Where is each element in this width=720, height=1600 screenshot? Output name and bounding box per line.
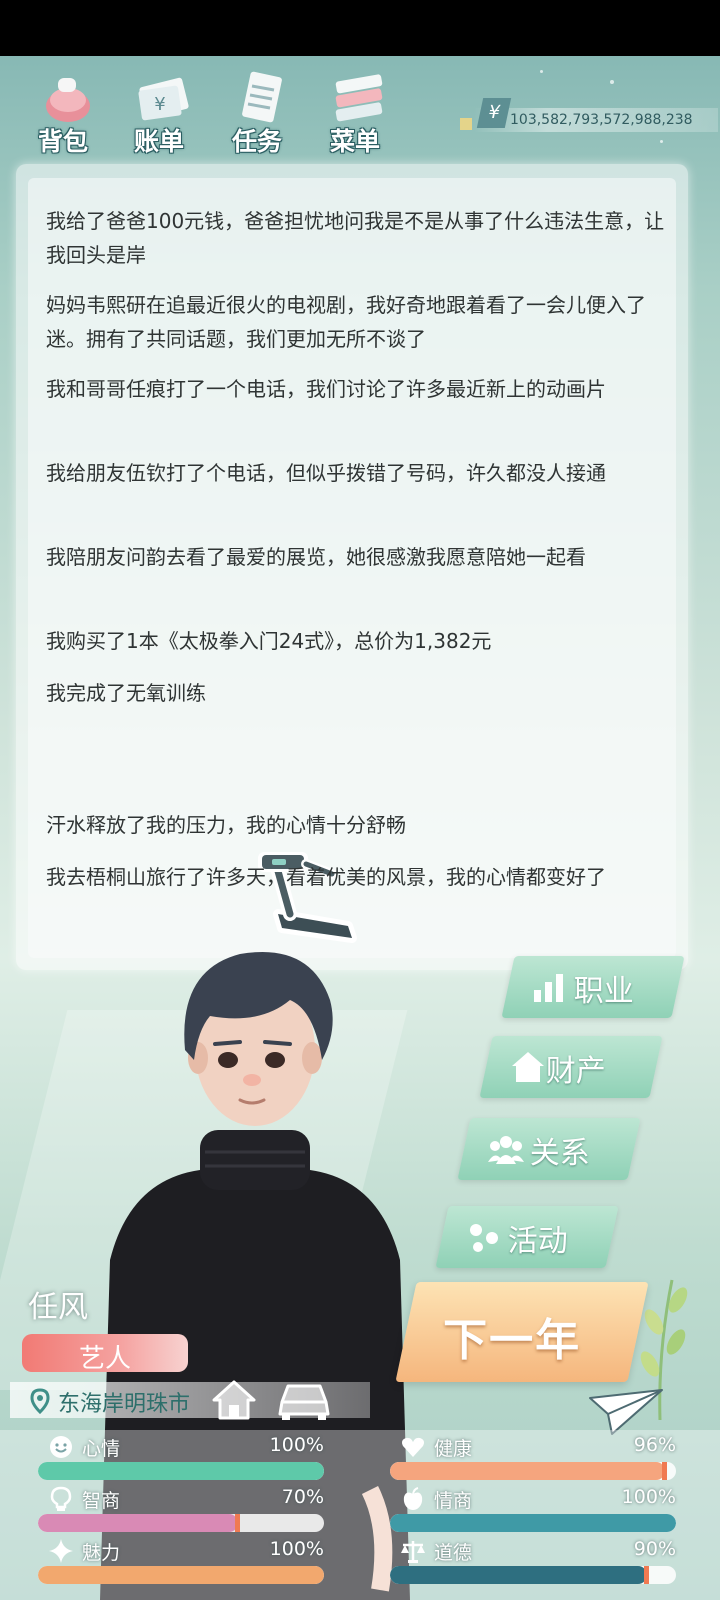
- stat-bar: [390, 1514, 676, 1532]
- bulb-icon: [50, 1486, 72, 1511]
- career-chart-icon: [534, 974, 563, 1002]
- stat-name: 健康: [434, 1438, 473, 1460]
- paper-plane-icon: [589, 1389, 663, 1435]
- stat-bar-marker: [661, 1462, 667, 1480]
- stat-value: 70%: [281, 1486, 324, 1508]
- stat-bar-fill: [390, 1514, 676, 1532]
- people-icon: [488, 1136, 524, 1164]
- nav-label: 任务: [231, 127, 282, 156]
- stat-name: 道德: [434, 1542, 473, 1564]
- stat-name: 心情: [82, 1438, 121, 1460]
- nav-label: 账单: [133, 127, 184, 156]
- stats-panel: 心情 100% 健康 96% 智商 70% 情商 100% 魅力 100% 道德…: [0, 1430, 720, 1600]
- backpack-button[interactable]: 背包: [18, 64, 108, 160]
- house-property-icon: [512, 1052, 544, 1082]
- stat-name: 魅力: [82, 1542, 121, 1564]
- stat-bar-fill: [38, 1514, 239, 1532]
- stat-value: 100%: [269, 1434, 324, 1456]
- scale-icon: [401, 1541, 425, 1563]
- stat-bar-fill: [38, 1462, 324, 1480]
- log-entry: 我给朋友伍钦打了个电话，但似乎拨错了号码，许久都没人接通: [46, 461, 606, 485]
- job-badge: 艺人: [22, 1334, 188, 1374]
- task-icon: [242, 71, 282, 123]
- stat-bar-marker: [644, 1566, 650, 1584]
- home-icon[interactable]: [212, 1378, 256, 1422]
- stat-mood: 心情 100%: [38, 1434, 328, 1484]
- sparkle-decoration: [610, 80, 614, 84]
- next-year-label: 下一年: [443, 1315, 582, 1366]
- job-label: 艺人: [78, 1344, 131, 1374]
- status-bar: [0, 0, 720, 56]
- money-value: 103,582,793,572,988,238: [510, 112, 693, 128]
- activity-icon: [470, 1224, 498, 1252]
- stat-name: 情商: [434, 1490, 473, 1512]
- svg-text:¥: ¥: [154, 94, 165, 115]
- backpack-icon: [46, 78, 90, 122]
- heart-icon: [402, 1437, 424, 1457]
- stat-value: 90%: [633, 1538, 676, 1560]
- top-nav: 背包 ¥ 账单 任务 菜单: [18, 64, 408, 160]
- log-entry: 妈妈韦熙研在追最近很火的电视剧，我好奇地跟着看了一会儿便入了迷。拥有了共同话题，…: [46, 293, 646, 351]
- stat-bar-fill: [38, 1566, 324, 1584]
- relationship-button[interactable]: 关系: [457, 1118, 641, 1180]
- relationship-label: 关系: [529, 1136, 590, 1171]
- sparkle-icon: [49, 1539, 73, 1563]
- log-entry: 我购买了1本《太极拳入门24式》，总价为1,382元: [46, 629, 492, 653]
- stat-bar: [38, 1462, 324, 1480]
- bill-icon: ¥: [138, 77, 189, 121]
- menu-icon: [335, 74, 383, 122]
- log-entry: 我给了爸爸100元钱，爸爸担忧地问我是不是从事了什么违法生意，让我回头是岸: [46, 209, 665, 267]
- stat-value: 96%: [633, 1434, 676, 1456]
- activity-button[interactable]: 活动: [435, 1206, 619, 1268]
- stat-health: 健康 96%: [390, 1434, 680, 1484]
- stat-name: 智商: [82, 1490, 121, 1512]
- property-button[interactable]: 财产: [479, 1036, 663, 1098]
- log-entry: 汗水释放了我的压力，我的心情十分舒畅: [46, 813, 406, 837]
- career-button[interactable]: 职业: [501, 956, 685, 1018]
- coin-icon: [460, 118, 472, 130]
- property-label: 财产: [545, 1054, 606, 1089]
- apple-icon: [403, 1487, 423, 1510]
- bill-button[interactable]: ¥ 账单: [114, 64, 204, 160]
- stat-charm: 魅力 100%: [38, 1538, 328, 1588]
- stat-bar: [38, 1514, 324, 1532]
- next-year-button[interactable]: 下一年: [395, 1282, 649, 1382]
- stat-eq: 情商 100%: [390, 1486, 680, 1536]
- stat-bar: [390, 1566, 676, 1584]
- log-entry: 我陪朋友问韵去看了最爱的展览，她很感激我愿意陪她一起看: [46, 545, 586, 569]
- log-entry: 我和哥哥任痕打了一个电话，我们讨论了许多最近新上的动画片: [46, 377, 606, 401]
- nav-label: 背包: [37, 127, 88, 156]
- stat-bar-fill: [390, 1566, 648, 1584]
- location-label: 东海岸明珠市: [58, 1392, 191, 1417]
- car-icon[interactable]: [276, 1380, 332, 1422]
- task-button[interactable]: 任务: [212, 64, 302, 160]
- stat-bar: [38, 1566, 324, 1584]
- menu-button[interactable]: 菜单: [310, 64, 400, 160]
- log-entry: 我去梧桐山旅行了许多天，看着优美的风景，我的心情都变好了: [46, 865, 606, 889]
- stat-morality: 道德 90%: [390, 1538, 680, 1588]
- event-log-panel[interactable]: 我给了爸爸100元钱，爸爸担忧地问我是不是从事了什么违法生意，让我回头是岸 妈妈…: [16, 164, 688, 970]
- sparkle-decoration: [660, 140, 663, 143]
- stat-bar: [390, 1462, 676, 1480]
- log-entry: 我完成了无氧训练: [46, 681, 206, 705]
- activity-label: 活动: [507, 1224, 568, 1259]
- sparkle-decoration: [540, 70, 543, 73]
- stat-value: 100%: [269, 1538, 324, 1560]
- location-pin-icon: [30, 1388, 50, 1414]
- stat-bar-fill: [390, 1462, 665, 1480]
- career-label: 职业: [573, 974, 634, 1009]
- stat-bar-marker: [235, 1514, 241, 1532]
- stat-iq: 智商 70%: [38, 1486, 328, 1536]
- stat-value: 100%: [621, 1486, 676, 1508]
- character-name: 任风: [28, 1290, 88, 1325]
- money-display: ¥ 103,582,793,572,988,238: [460, 98, 718, 134]
- smile-icon: [50, 1436, 72, 1458]
- nav-label: 菜单: [329, 127, 380, 156]
